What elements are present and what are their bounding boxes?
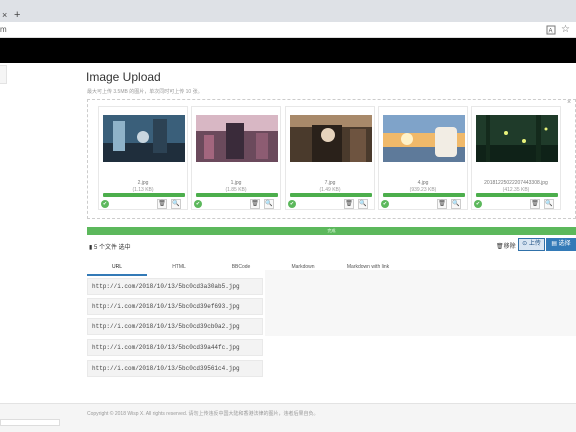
zoom-button[interactable]: 🔍 xyxy=(264,199,274,209)
thumbnail-progress-bar xyxy=(290,193,372,197)
page-title: Image Upload xyxy=(86,70,161,84)
delete-button[interactable]: 🗑 xyxy=(437,199,447,209)
delete-button[interactable]: 🗑 xyxy=(530,199,540,209)
thumbnail-progress-bar xyxy=(476,193,558,197)
new-tab-button[interactable]: + xyxy=(14,10,20,21)
svg-text:A: A xyxy=(549,29,553,35)
file-icon: ▮ xyxy=(89,245,93,251)
thumbnail-progress-bar xyxy=(196,193,278,197)
tab-close-icon[interactable]: × xyxy=(2,11,7,20)
thumbnail-image xyxy=(103,115,185,162)
thumbnail-card: 7.jpg (1.49 KB) ✔ 🗑 🔍 xyxy=(285,106,375,210)
thumbnail-filename: 2.jpg xyxy=(137,180,149,186)
site-navbar xyxy=(0,38,576,63)
remove-button[interactable]: 🗑移除 xyxy=(496,241,516,250)
zoom-button[interactable]: 🔍 xyxy=(171,199,181,209)
footer-band xyxy=(0,403,576,432)
thumbnail-progress-bar xyxy=(383,193,465,197)
thumbnail-filename: 20181225022207443308.jpg xyxy=(484,180,548,186)
thumbnail-filename: 4.jpg xyxy=(417,180,429,186)
thumbnail-filename: 1.jpg xyxy=(230,180,242,186)
address-text[interactable]: m xyxy=(0,25,7,34)
thumbnail-image xyxy=(383,115,465,162)
link-row[interactable]: http://i.com/2018/10/13/5bc0cd39ef693.jp… xyxy=(87,298,263,315)
folder-icon: ▤ xyxy=(551,241,557,247)
file-count-text: 5 个文件 选中 xyxy=(93,245,131,251)
upload-icon: ⊙ xyxy=(522,241,528,247)
dropzone-close-icon[interactable]: × xyxy=(567,99,571,106)
bookmark-star-icon[interactable]: ☆ xyxy=(561,24,570,35)
trash-icon: 🗑 xyxy=(496,244,504,250)
thumbnail-progress-bar xyxy=(103,193,185,197)
thumbnail-card: 2.jpg (1.13 KB) ✔ 🗑 🔍 xyxy=(98,106,188,210)
horizontal-scrollbar[interactable] xyxy=(0,419,60,426)
preview-pane xyxy=(265,270,576,336)
footer-copyright: Copyright © 2018 Wisp X. All rights rese… xyxy=(87,411,319,417)
tab-bbcode[interactable]: BBCode xyxy=(211,262,271,276)
page-subtitle: 最大可上传 3.5MB 的图片，单次同时可上传 10 张。 xyxy=(87,89,203,95)
selected-files-count: ▮ 5 个文件 选中 xyxy=(89,242,131,251)
zoom-button[interactable]: 🔍 xyxy=(544,199,554,209)
success-check-icon: ✔ xyxy=(288,200,296,208)
zoom-button[interactable]: 🔍 xyxy=(451,199,461,209)
thumbnail-card: 4.jpg (939.23 KB) ✔ 🗑 🔍 xyxy=(378,106,468,210)
link-row[interactable]: http://i.com/2018/10/13/5bc0cd3a30ab5.jp… xyxy=(87,278,263,295)
upload-label: 上传 xyxy=(528,241,541,247)
link-row[interactable]: http://i.com/2018/10/13/5bc0cd39cb0a2.jp… xyxy=(87,318,263,335)
thumbnail-image xyxy=(196,115,278,162)
zoom-button[interactable]: 🔍 xyxy=(358,199,368,209)
upload-button[interactable]: ⊙ 上传 xyxy=(518,238,545,251)
browse-button[interactable]: ▤ 选择 xyxy=(546,238,576,251)
translate-icon[interactable]: A xyxy=(546,25,556,35)
sidebar-toggle[interactable] xyxy=(0,65,7,84)
success-check-icon: ✔ xyxy=(194,200,202,208)
link-row[interactable]: http://i.com/2018/10/13/5bc0cd39a44fc.jp… xyxy=(87,339,263,356)
upload-progress-bar: 完成 xyxy=(87,227,576,235)
thumbnail-filename: 7.jpg xyxy=(324,180,336,186)
address-bar[interactable]: m A ☆ xyxy=(0,22,576,38)
delete-button[interactable]: 🗑 xyxy=(250,199,260,209)
browser-tab-bar: × + xyxy=(0,0,576,22)
success-check-icon: ✔ xyxy=(101,200,109,208)
link-row[interactable]: http://i.com/2018/10/13/5bc0cd39561c4.jp… xyxy=(87,360,263,377)
tab-url[interactable]: URL xyxy=(87,262,147,276)
tab-html[interactable]: HTML xyxy=(149,262,209,276)
success-check-icon: ✔ xyxy=(474,200,482,208)
success-check-icon: ✔ xyxy=(381,200,389,208)
delete-button[interactable]: 🗑 xyxy=(157,199,167,209)
thumbnail-image xyxy=(290,115,372,162)
browse-label: 选择 xyxy=(558,241,571,247)
progress-label: 完成 xyxy=(327,228,336,233)
remove-label: 移除 xyxy=(503,244,516,250)
thumbnail-card: 20181225022207443308.jpg (412.35 KB) ✔ 🗑… xyxy=(471,106,561,210)
thumbnail-image xyxy=(476,115,558,162)
thumbnail-card: 1.jpg (1.85 KB) ✔ 🗑 🔍 xyxy=(191,106,281,210)
delete-button[interactable]: 🗑 xyxy=(344,199,354,209)
